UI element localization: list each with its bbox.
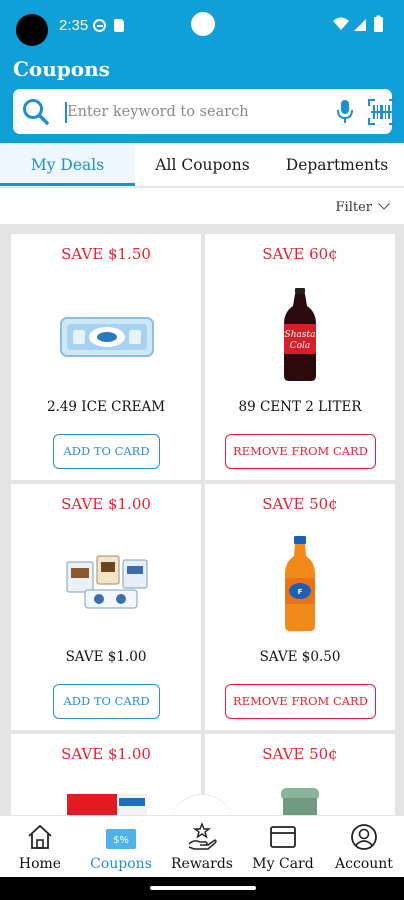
deal-tabs: My Deals All Coupons Departments bbox=[0, 143, 404, 187]
svg-text:$%: $% bbox=[113, 835, 129, 846]
dnd-icon bbox=[93, 19, 106, 32]
soda-bottle-image: Shasta Cola bbox=[284, 288, 316, 381]
add-to-card-button[interactable]: ADD TO CARD bbox=[53, 684, 160, 719]
savings-amount: SAVE $1.00 bbox=[61, 495, 151, 513]
snack-packs-image bbox=[66, 555, 148, 609]
search-bar[interactable] bbox=[13, 89, 396, 134]
savings-amount: SAVE $1.50 bbox=[61, 245, 151, 263]
status-bar: 2:35 bbox=[0, 0, 404, 50]
product-name: SAVE $1.00 bbox=[65, 649, 147, 665]
savings-amount: SAVE 50¢ bbox=[262, 745, 338, 763]
coupon-card[interactable]: SAVE 50¢ bbox=[205, 734, 395, 824]
svg-text:F: F bbox=[298, 588, 303, 596]
nav-label: Home bbox=[18, 856, 62, 872]
camera-cutout bbox=[16, 14, 48, 46]
svg-text:Shasta: Shasta bbox=[285, 330, 316, 340]
microphone-icon[interactable] bbox=[335, 99, 355, 125]
product-name: 89 CENT 2 LITER bbox=[238, 399, 362, 415]
coupon-card[interactable]: SAVE $1.00 SAVE $1.00 ADD TO CARD bbox=[11, 484, 201, 730]
nav-label: Coupons bbox=[90, 856, 152, 872]
nav-label: Account bbox=[335, 856, 393, 872]
add-to-card-button[interactable]: ADD TO CARD bbox=[53, 434, 160, 469]
ice-cream-tub-image bbox=[60, 317, 154, 357]
nav-label: My Card bbox=[252, 856, 314, 872]
container-jar-image bbox=[281, 788, 319, 818]
filter-bar: Filter bbox=[0, 188, 404, 224]
barcode-scan-icon[interactable] bbox=[368, 99, 396, 125]
signal-icon bbox=[354, 19, 366, 31]
coupon-card[interactable]: SAVE 60¢ Shasta Cola 89 CENT 2 LITER REM… bbox=[205, 234, 395, 480]
tab-departments[interactable]: Departments bbox=[270, 143, 404, 187]
orange-soda-bottle-image: F bbox=[285, 536, 315, 631]
home-icon bbox=[28, 824, 52, 849]
wifi-icon bbox=[333, 17, 349, 30]
search-icon[interactable] bbox=[21, 97, 51, 127]
card-icon bbox=[270, 826, 296, 848]
rewards-icon bbox=[188, 822, 217, 850]
savings-amount: SAVE 50¢ bbox=[262, 495, 338, 513]
nav-account[interactable]: Account bbox=[324, 816, 404, 878]
nav-my-card[interactable]: My Card bbox=[243, 816, 323, 878]
account-icon bbox=[351, 824, 377, 850]
active-tab-indicator bbox=[0, 183, 135, 186]
savings-amount: SAVE $1.00 bbox=[61, 745, 151, 763]
nav-rewards[interactable]: Rewards bbox=[162, 816, 242, 878]
front-camera bbox=[191, 12, 215, 36]
chevron-down-icon bbox=[378, 198, 390, 210]
tab-all-coupons[interactable]: All Coupons bbox=[135, 143, 270, 187]
sim-icon bbox=[114, 19, 124, 32]
coupon-card[interactable]: SAVE 50¢ F SAVE $0.50 REMOVE FROM CARD bbox=[205, 484, 395, 730]
product-name: 2.49 ICE CREAM bbox=[46, 399, 166, 415]
search-input[interactable] bbox=[67, 98, 327, 126]
battery-icon bbox=[374, 17, 383, 32]
savings-amount: SAVE 60¢ bbox=[262, 245, 338, 263]
nav-label: Rewards bbox=[171, 856, 233, 872]
remove-from-card-button[interactable]: REMOVE FROM CARD bbox=[225, 684, 376, 719]
page-title: Coupons bbox=[13, 57, 110, 81]
bottom-navigation: Home $% Coupons Rewards My Card Account bbox=[0, 815, 404, 877]
nav-coupons[interactable]: $% Coupons bbox=[81, 816, 161, 878]
coupon-icon: $% bbox=[106, 829, 136, 849]
nav-home[interactable]: Home bbox=[0, 816, 80, 878]
filter-label: Filter bbox=[335, 200, 372, 215]
status-time: 2:35 bbox=[59, 17, 89, 34]
filter-button[interactable]: Filter bbox=[335, 198, 390, 215]
remove-from-card-button[interactable]: REMOVE FROM CARD bbox=[225, 434, 376, 469]
app-header: 2:35 Coupons bbox=[0, 0, 404, 143]
coupon-card[interactable]: SAVE $1.50 2.49 ICE CREAM ADD TO CARD bbox=[11, 234, 201, 480]
product-name: SAVE $0.50 bbox=[259, 649, 341, 665]
svg-text:Cola: Cola bbox=[290, 341, 311, 351]
tab-my-deals[interactable]: My Deals bbox=[0, 143, 135, 187]
home-gesture-handle[interactable] bbox=[150, 886, 256, 890]
system-icons bbox=[330, 15, 390, 35]
